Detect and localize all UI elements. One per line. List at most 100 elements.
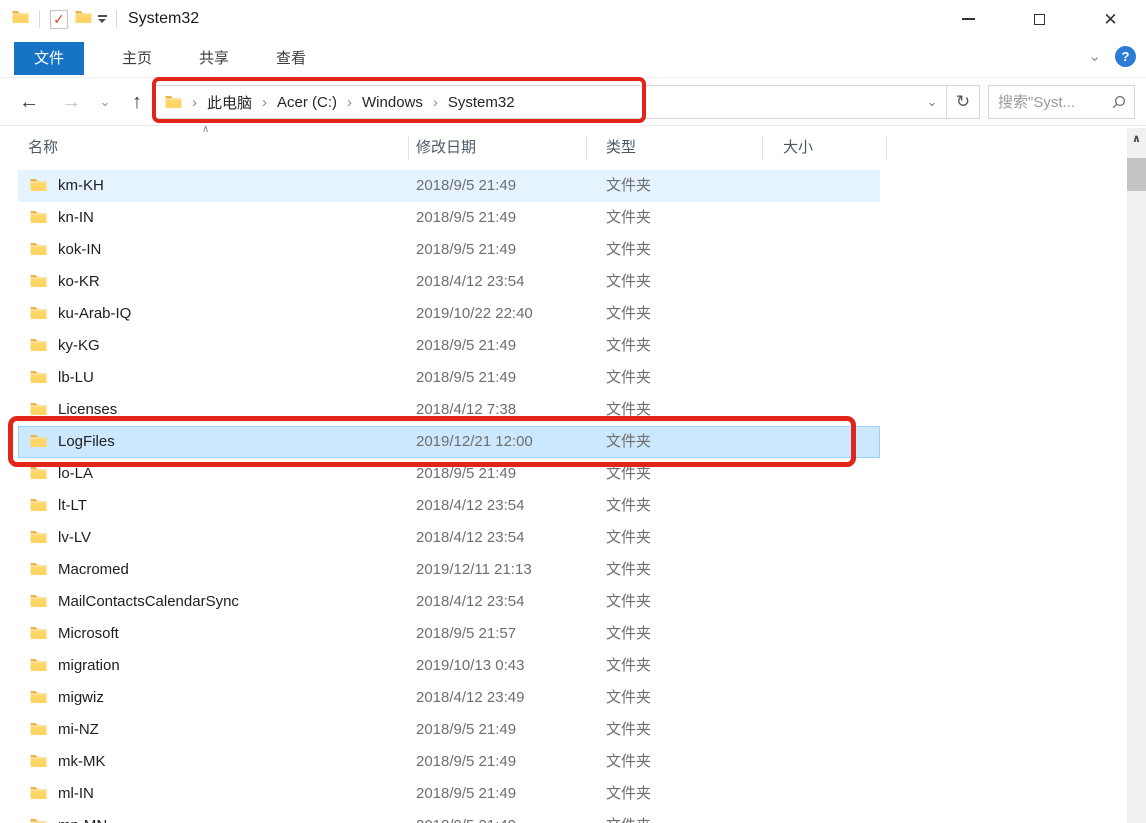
folder-icon <box>165 95 182 109</box>
address-bar[interactable]: › 此电脑 › Acer (C:) › Windows › System32 ⌄… <box>155 85 980 119</box>
column-resize-handle[interactable] <box>408 136 409 160</box>
folder-icon <box>12 10 29 29</box>
close-button[interactable]: ✕ <box>1075 0 1146 38</box>
folder-icon <box>30 306 47 320</box>
file-row[interactable]: ml-IN 2018/9/5 21:49 文件夹 <box>18 778 880 810</box>
titlebar-separator <box>116 10 117 28</box>
file-type: 文件夹 <box>606 625 652 642</box>
column-resize-handle[interactable] <box>886 136 887 160</box>
tab-view[interactable]: 查看 <box>267 42 315 75</box>
folder-icon <box>30 626 47 640</box>
file-name: lb-LU <box>58 369 94 386</box>
help-button[interactable]: ? <box>1115 46 1136 67</box>
column-header-date[interactable]: 修改日期 <box>416 130 476 166</box>
scrollbar-thumb[interactable] <box>1127 158 1146 191</box>
file-row[interactable]: kok-IN 2018/9/5 21:49 文件夹 <box>18 234 880 266</box>
up-button[interactable]: ↑ <box>122 78 152 126</box>
window-title: System32 <box>128 10 200 27</box>
tab-file[interactable]: 文件 <box>14 42 84 75</box>
file-date: 2018/9/5 21:49 <box>416 810 516 823</box>
navigation-bar: ← → ⌄ ↑ › 此电脑 › Acer (C:) › Windows › Sy… <box>0 78 1146 126</box>
folder-icon <box>30 370 47 384</box>
checkmark-icon: ✓ <box>49 9 69 29</box>
file-type: 文件夹 <box>606 497 652 514</box>
refresh-button[interactable]: ↻ <box>947 92 979 112</box>
column-header-name[interactable]: 名称 <box>28 130 58 166</box>
qat-new-folder-button[interactable] <box>71 6 95 32</box>
qat-folder-button[interactable] <box>8 6 32 32</box>
back-button[interactable]: ← <box>14 78 44 126</box>
file-date: 2018/4/12 23:54 <box>416 497 525 514</box>
tab-home[interactable]: 主页 <box>113 42 161 75</box>
file-row[interactable]: LogFiles 2019/12/21 12:00 文件夹 <box>18 426 880 458</box>
file-type: 文件夹 <box>606 177 652 194</box>
vertical-scrollbar[interactable]: ∧ <box>1127 128 1146 823</box>
file-row[interactable]: ky-KG 2018/9/5 21:49 文件夹 <box>18 330 880 362</box>
file-date: 2018/9/5 21:49 <box>416 337 517 354</box>
file-date: 2018/9/5 21:49 <box>416 369 517 386</box>
file-row[interactable]: Macromed 2019/12/11 21:13 文件夹 <box>18 554 880 586</box>
title-bar: ✓ System32 ✕ <box>0 0 1146 38</box>
qat-customize-dropdown[interactable] <box>95 6 109 32</box>
file-date: 2018/4/12 23:54 <box>416 529 525 546</box>
file-row[interactable]: Licenses 2018/4/12 7:38 文件夹 <box>18 394 880 426</box>
file-row[interactable]: kn-IN 2018/9/5 21:49 文件夹 <box>18 202 880 234</box>
maximize-button[interactable] <box>1004 0 1075 38</box>
file-row[interactable]: migration 2019/10/13 0:43 文件夹 <box>18 650 880 682</box>
recent-locations-dropdown[interactable]: ⌄ <box>94 78 116 126</box>
chevron-down-icon <box>98 19 106 23</box>
ribbon-tab-strip: 文件 主页 共享 查看 ⌄ ? <box>0 38 1146 78</box>
file-row[interactable]: ko-KR 2018/4/12 23:54 文件夹 <box>18 266 880 298</box>
file-type: 文件夹 <box>606 273 652 290</box>
column-header-size[interactable]: 大小 <box>783 130 813 166</box>
ribbon-collapse-button[interactable]: ⌄ <box>1088 49 1101 64</box>
file-row[interactable]: ku-Arab-IQ 2019/10/22 22:40 文件夹 <box>18 298 880 330</box>
file-row[interactable]: km-KH 2018/9/5 21:49 文件夹 <box>18 170 880 202</box>
file-type: 文件夹 <box>606 433 652 450</box>
file-row[interactable]: lo-LA 2018/9/5 21:49 文件夹 <box>18 458 880 490</box>
breadcrumb-windows[interactable]: Windows <box>362 94 423 111</box>
file-row[interactable]: Microsoft 2018/9/5 21:57 文件夹 <box>18 618 880 650</box>
qat-properties-button[interactable]: ✓ <box>47 6 71 32</box>
sort-ascending-icon: ∧ <box>202 124 210 135</box>
search-input[interactable] <box>989 93 1111 111</box>
file-date: 2018/4/12 7:38 <box>416 401 517 418</box>
folder-icon <box>30 274 47 288</box>
breadcrumb-system32[interactable]: System32 <box>448 94 515 111</box>
breadcrumb-this-pc[interactable]: 此电脑 <box>207 92 252 113</box>
scrollbar-up-button[interactable]: ∧ <box>1127 128 1146 149</box>
ribbon-tabs: 文件 主页 共享 查看 <box>14 42 315 75</box>
column-header-type[interactable]: 类型 <box>606 130 636 166</box>
file-type: 文件夹 <box>606 721 652 738</box>
tab-share[interactable]: 共享 <box>190 42 238 75</box>
file-date: 2019/12/21 12:00 <box>416 433 533 450</box>
file-row[interactable]: lt-LT 2018/4/12 23:54 文件夹 <box>18 490 880 522</box>
file-row[interactable]: mk-MK 2018/9/5 21:49 文件夹 <box>18 746 880 778</box>
file-row[interactable]: lv-LV 2018/4/12 23:54 文件夹 <box>18 522 880 554</box>
file-type: 文件夹 <box>606 785 652 802</box>
folder-icon <box>30 818 47 823</box>
file-name: lv-LV <box>58 529 92 546</box>
column-resize-handle[interactable] <box>762 136 763 160</box>
ribbon-right-controls: ⌄ ? <box>1088 46 1136 67</box>
file-type: 文件夹 <box>606 593 652 610</box>
file-date: 2018/4/12 23:54 <box>416 273 525 290</box>
minimize-button[interactable] <box>933 0 1004 38</box>
file-row[interactable]: mn-MN 2018/9/5 21:49 文件夹 <box>18 810 880 823</box>
folder-icon <box>30 690 47 704</box>
breadcrumb-drive-c[interactable]: Acer (C:) <box>277 94 337 111</box>
file-row[interactable]: lb-LU 2018/9/5 21:49 文件夹 <box>18 362 880 394</box>
address-dropdown-button[interactable]: ⌄ <box>918 94 946 110</box>
file-name: MailContactsCalendarSync <box>58 593 239 610</box>
file-type: 文件夹 <box>606 529 652 546</box>
forward-button[interactable]: → <box>56 78 86 126</box>
file-row[interactable]: mi-NZ 2018/9/5 21:49 文件夹 <box>18 714 880 746</box>
file-name: ky-KG <box>58 337 100 354</box>
column-resize-handle[interactable] <box>586 136 587 160</box>
file-name: Macromed <box>58 561 129 578</box>
breadcrumb-separator-icon: › <box>192 93 197 111</box>
file-row[interactable]: MailContactsCalendarSync 2018/4/12 23:54 文… <box>18 586 880 618</box>
file-row[interactable]: migwiz 2018/4/12 23:49 文件夹 <box>18 682 880 714</box>
column-header-row: ∧ 名称 修改日期 类型 大小 <box>0 124 1127 166</box>
file-type: 文件夹 <box>606 209 652 226</box>
